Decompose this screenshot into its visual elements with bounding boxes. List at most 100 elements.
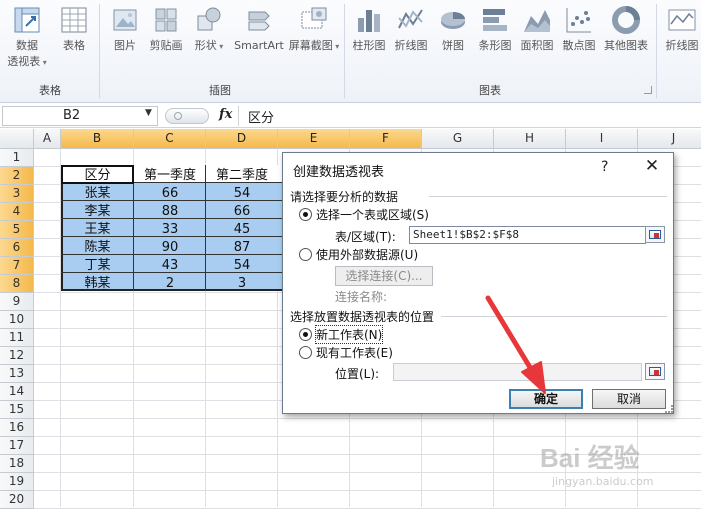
bar-chart-button[interactable]: 条形图 [474,4,516,54]
row-header-17[interactable]: 17 [0,437,34,455]
close-button[interactable]: ✕ [639,155,665,179]
column-header-f[interactable]: F [350,129,422,149]
row-header-12[interactable]: 12 [0,347,34,365]
table-cell[interactable]: 66 [206,203,278,221]
row-header-16[interactable]: 16 [0,419,34,437]
pivot-table-button[interactable]: 数据 透视表 ▾ [4,4,50,71]
resize-grip-icon[interactable] [665,405,673,413]
area-chart-button[interactable]: 面积图 [516,4,558,54]
smartart-button[interactable]: SmartArt [231,4,287,54]
row-header-15[interactable]: 15 [0,401,34,419]
table-cell[interactable]: 李某 [61,203,134,221]
column-header-h[interactable]: H [494,129,566,149]
create-pivot-table-dialog: 创建数据透视表 ? ✕ 请选择要分析的数据 选择一个表或区域(S) 表/区域(T… [282,152,674,414]
row-header-8[interactable]: 8 [0,275,34,293]
group-separator [99,4,100,98]
choose-connection-button[interactable]: 选择连接(C)... [335,266,433,286]
table-cell[interactable]: 王某 [61,221,134,239]
formula-input[interactable]: 区分 [248,107,274,126]
radio-new-worksheet[interactable] [299,328,312,341]
column-chart-button[interactable]: 柱形图 [348,4,390,54]
table-cell[interactable]: 54 [206,185,278,203]
row-header-5[interactable]: 5 [0,221,34,239]
option-select-range-label[interactable]: 选择一个表或区域(S) [316,206,429,223]
radio-external-source[interactable] [299,248,312,261]
radio-select-range[interactable] [299,208,312,221]
row-header-6[interactable]: 6 [0,239,34,257]
table-cell[interactable]: 66 [134,185,206,203]
table-cell[interactable]: 54 [206,257,278,275]
table-cell[interactable]: 33 [134,221,206,239]
option-existing-worksheet-label[interactable]: 现有工作表(E) [316,344,393,361]
option-new-worksheet-label[interactable]: 新工作表(N) [314,325,384,344]
header-cell[interactable]: 第一季度 [134,167,206,185]
row-header-4[interactable]: 4 [0,203,34,221]
smartart-icon [248,11,270,31]
charts-dialog-launcher-icon[interactable] [644,86,652,94]
row-header-20[interactable]: 20 [0,491,34,509]
picture-button[interactable]: 图片 [106,4,144,54]
column-header-g[interactable]: G [422,129,494,149]
row-header-18[interactable]: 18 [0,455,34,473]
table-cell[interactable]: 陈某 [61,239,134,257]
shapes-button[interactable]: 形状 ▾ [192,4,226,55]
group-separator [656,4,657,98]
row-header-9[interactable]: 9 [0,293,34,311]
table-cell[interactable]: 90 [134,239,206,257]
row-header-13[interactable]: 13 [0,365,34,383]
table-cell[interactable]: 88 [134,203,206,221]
sparkline-line-button[interactable]: 折线图 [660,4,701,54]
ok-button[interactable]: 确定 [509,389,583,409]
range-input[interactable]: Sheet1!$B$2:$F$8 [409,226,646,244]
table-cell[interactable]: 3 [206,275,278,293]
cancel-button[interactable]: 取消 [592,389,666,409]
column-header-e[interactable]: E [278,129,350,149]
select-all-corner[interactable] [0,129,34,149]
row-header-3[interactable]: 3 [0,185,34,203]
pie-chart-button[interactable]: 饼图 [434,4,472,54]
table-cell[interactable]: 2 [134,275,206,293]
row-header-19[interactable]: 19 [0,473,34,491]
table-button[interactable]: 表格 [56,4,92,54]
row-header-7[interactable]: 7 [0,257,34,275]
column-header-d[interactable]: D [206,129,278,149]
clip-art-button[interactable]: 剪贴画 [146,4,186,54]
column-header-c[interactable]: C [134,129,206,149]
other-charts-button[interactable]: 其他图表 [600,4,652,54]
range-picker-button[interactable] [645,226,665,243]
table-cell[interactable]: 张某 [61,185,134,203]
table-cell[interactable]: 丁某 [61,257,134,275]
column-header-b[interactable]: B [61,129,134,149]
shapes-icon [197,7,221,31]
insert-function-button[interactable]: fx [219,107,232,122]
arrow-marker [654,233,659,238]
row-header-14[interactable]: 14 [0,383,34,401]
area-chart-icon [524,10,550,32]
location-picker-button[interactable] [645,363,665,380]
option-external-source-label[interactable]: 使用外部数据源(U) [316,246,418,263]
name-box[interactable]: B2 [2,106,158,126]
table-cell[interactable]: 87 [206,239,278,257]
bar-chart-icon [483,9,507,31]
column-header-j[interactable]: J [638,129,701,149]
table-cell[interactable]: 43 [134,257,206,275]
row-header-10[interactable]: 10 [0,311,34,329]
location-input[interactable] [393,363,642,381]
row-header-11[interactable]: 11 [0,329,34,347]
line-chart-button[interactable]: 折线图 [390,4,432,54]
table-cell[interactable]: 45 [206,221,278,239]
radio-existing-worksheet[interactable] [299,346,312,359]
chevron-down-icon[interactable]: ▼ [145,108,152,118]
row-header-2[interactable]: 2 [0,167,34,185]
formula-bar-resize-handle[interactable] [165,108,209,124]
scatter-chart-button[interactable]: 散点图 [558,4,600,54]
dialog-title: 创建数据透视表 [293,165,385,180]
column-header-a[interactable]: A [34,129,61,149]
help-button[interactable]: ? [601,159,608,175]
table-cell[interactable]: 韩某 [61,275,134,293]
column-header-i[interactable]: I [566,129,638,149]
screenshot-button[interactable]: 屏幕截图 ▾ [288,4,340,55]
header-cell[interactable]: 第二季度 [206,167,278,185]
row-header-1[interactable]: 1 [0,149,34,167]
gridline [34,436,701,437]
